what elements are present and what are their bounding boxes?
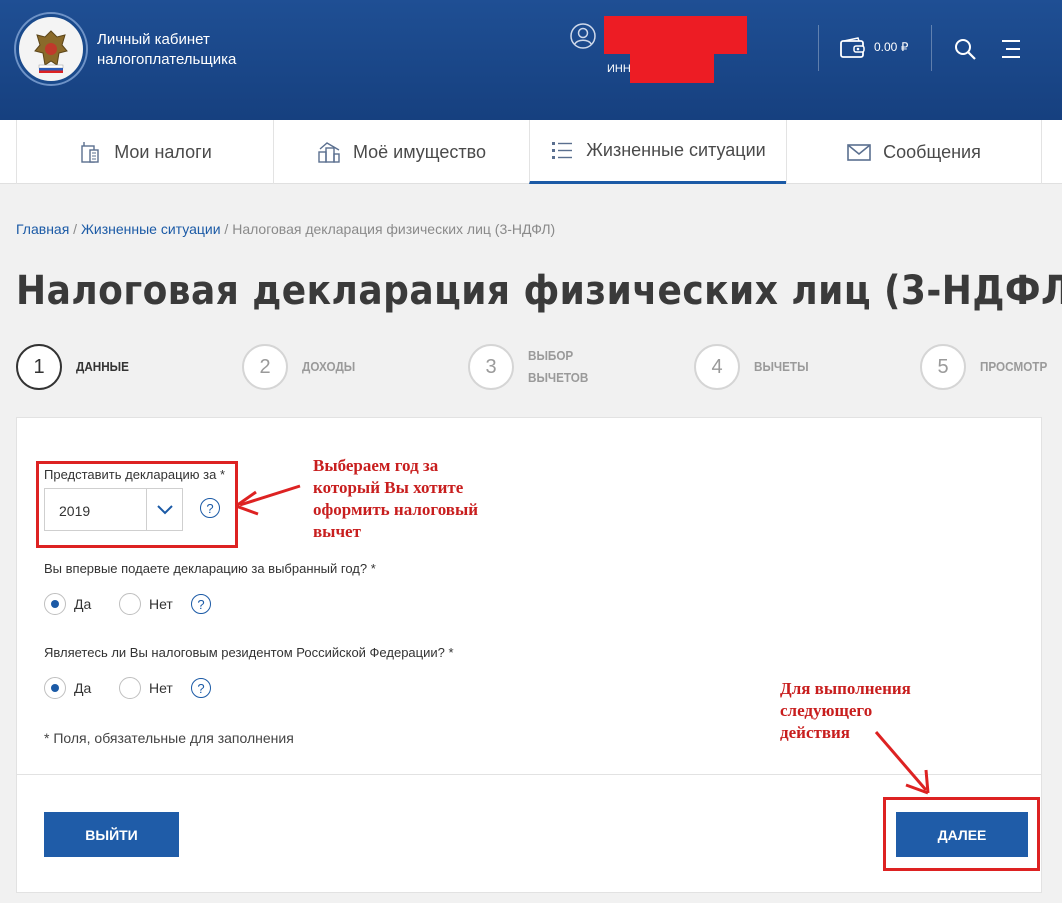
breadcrumb: Главная / Жизненные ситуации / Налоговая… [16,221,555,237]
step-choose-deductions[interactable]: 3 ВЫБОР ВЫЧЕТОВ [468,344,595,390]
nav-item-life-situations[interactable]: Жизненные ситуации [529,120,786,184]
balance-amount[interactable]: 0.00 ₽ [874,40,908,54]
exit-button[interactable]: ВЫЙТИ [44,812,179,857]
eagle-emblem-icon [34,30,68,73]
first-time-yes-radio[interactable] [44,593,66,615]
resident-no-radio[interactable] [119,677,141,699]
header-divider [818,25,819,71]
card-divider [16,774,1042,775]
nav-item-my-taxes[interactable]: Мои налоги [16,120,273,184]
nav-item-messages[interactable]: Сообщения [786,120,1042,184]
annotation-line: оформить налоговый [313,500,479,519]
inn-label: ИНН [607,63,631,75]
annotation-line: который Вы хотите [313,478,464,497]
envelope-icon [847,144,871,161]
step-number: 4 [694,344,740,390]
annotation-year-text: Выбераем год за который Вы хотите оформи… [313,455,478,543]
annotation-next-text: Для выполнения следующего действия [780,678,911,744]
header-divider [931,25,932,71]
annotation-line: Для выполнения [780,679,911,698]
step-income[interactable]: 2 ДОХОДЫ [242,344,361,390]
breadcrumb-current: Налоговая декларация физических лиц (3-Н… [232,221,556,237]
cabinet-title[interactable]: Личный кабинет налогоплательщика [97,30,236,70]
step-deductions[interactable]: 4 ВЫЧЕТЫ [694,344,815,390]
resident-yes-radio[interactable] [44,677,66,699]
resident-yes-label[interactable]: Да [74,680,91,696]
list-icon [552,141,573,159]
wallet-icon[interactable] [840,37,866,59]
step-number: 2 [242,344,288,390]
annotation-line: вычет [313,522,361,541]
step-label-line2: ВЫЧЕТОВ [528,370,589,385]
first-time-field-label: Вы впервые подаете декларацию за выбранн… [44,561,376,576]
resident-help-icon[interactable]: ? [191,678,211,698]
annotation-line: следующего [780,701,873,720]
first-time-help-icon[interactable]: ? [191,594,211,614]
nav-label-my-taxes: Мои налоги [114,141,212,162]
resident-field-label: Являетесь ли Вы налоговым резидентом Рос… [44,645,454,660]
step-preview[interactable]: 5 ПРОСМОТР [920,344,1055,390]
first-time-yes-label[interactable]: Да [74,596,91,612]
step-label: ВЫЧЕТЫ [754,359,809,374]
annotation-line: действия [780,723,851,742]
breadcrumb-separator: / [69,221,81,237]
annotation-highlight-year [36,461,238,548]
header: Личный кабинет налогоплательщика ИНН 0.0… [0,0,1062,120]
resident-no-label[interactable]: Нет [149,680,173,696]
annotation-highlight-next [883,797,1040,871]
nav-label-life-situations: Жизненные ситуации [586,140,766,160]
required-fields-note: * Поля, обязательные для заполнения [44,730,294,746]
redacted-inn [630,52,714,83]
step-label-line1: ВЫБОР [528,348,574,363]
redacted-name [604,16,747,54]
breadcrumb-life-situations[interactable]: Жизненные ситуации [81,221,221,237]
taxes-icon [81,142,99,163]
cabinet-title-line2: налогоплательщика [97,51,237,68]
main-nav: Мои налоги Моё имущество Жизненные ситуа… [0,120,1062,184]
menu-icon[interactable] [1000,38,1022,60]
property-icon [318,142,340,163]
page-title: Налоговая декларация физических лиц (3-Н… [16,268,1062,314]
step-label: ВЫБОР ВЫЧЕТОВ [528,345,588,389]
first-time-no-label[interactable]: Нет [149,596,173,612]
breadcrumb-separator: / [220,221,233,237]
fns-logo[interactable] [16,14,86,84]
step-label: ДАННЫЕ [76,359,129,374]
annotation-line: Выбераем год за [313,456,439,475]
nav-label-my-property: Моё имущество [352,141,487,162]
user-icon[interactable] [570,23,596,49]
search-icon[interactable] [953,37,977,61]
nav-item-my-property[interactable]: Моё имущество [273,120,529,184]
step-number: 5 [920,344,966,390]
step-label: ДОХОДЫ [302,359,356,374]
first-time-no-radio[interactable] [119,593,141,615]
step-label: ПРОСМОТР [980,359,1048,374]
cabinet-title-line1: Личный кабинет [97,31,210,48]
step-number: 1 [16,344,62,390]
breadcrumb-home[interactable]: Главная [16,221,69,237]
step-data[interactable]: 1 ДАННЫЕ [16,344,135,390]
nav-label-messages: Сообщения [883,141,981,162]
step-number: 3 [468,344,514,390]
